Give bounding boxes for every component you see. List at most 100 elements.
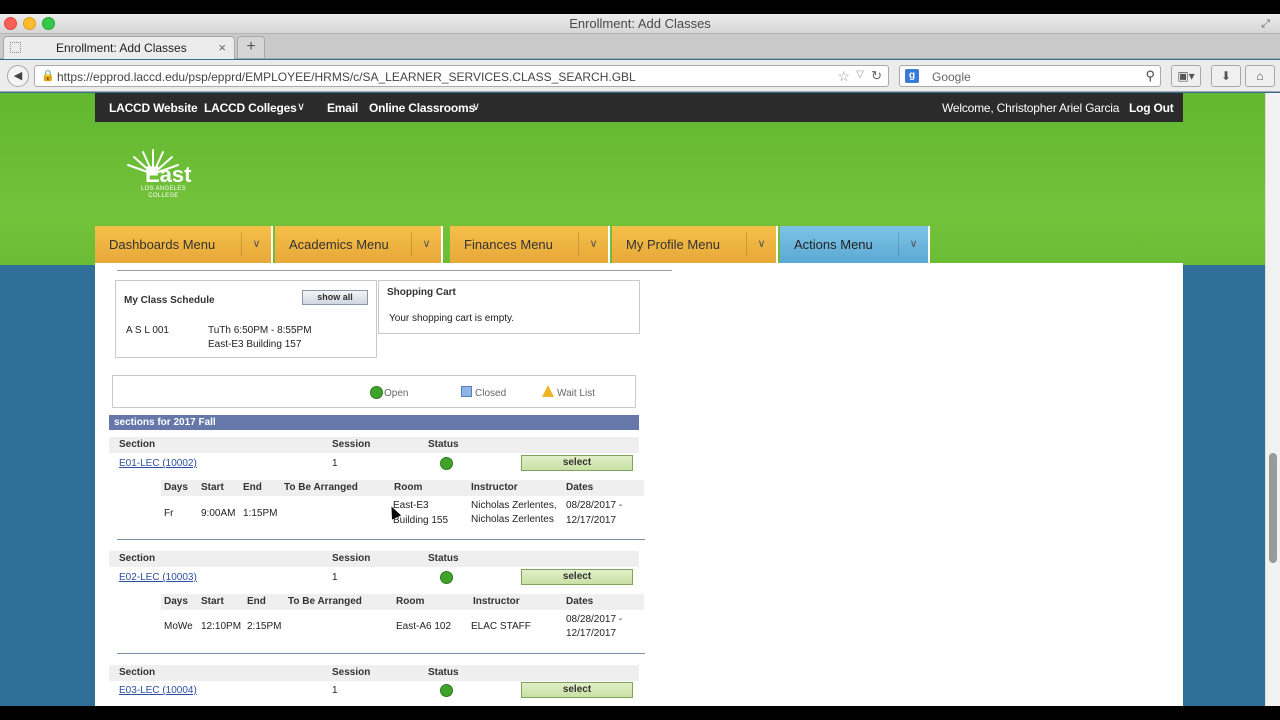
chevron-down-icon[interactable]: ∨ — [746, 232, 776, 256]
status-col-header: Status — [428, 553, 459, 564]
waitlist-status-icon — [542, 385, 554, 397]
section-session: 1 — [332, 685, 338, 696]
open-status-icon — [370, 386, 383, 399]
days-col-header: Days — [164, 482, 188, 493]
days-col-header: Days — [164, 596, 188, 607]
room-col-header: Room — [396, 596, 425, 607]
laccd-colleges-link[interactable]: LACCD Colleges — [204, 101, 297, 115]
status-col-header: Status — [428, 667, 459, 678]
meeting-instructor: ELAC STAFF — [471, 621, 531, 632]
start-col-header: Start — [201, 482, 224, 493]
chevron-down-icon[interactable]: ∨ — [411, 232, 441, 256]
actions-menu[interactable]: Actions Menu ∨ — [780, 226, 930, 263]
laccd-website-link[interactable]: LACCD Website — [109, 101, 198, 115]
schedule-title: My Class Schedule — [124, 295, 215, 306]
sections-header-bar: sections for 2017 Fall — [109, 415, 639, 430]
closed-status-icon — [461, 386, 472, 397]
fullscreen-icon[interactable]: ⤢ — [1261, 18, 1270, 31]
section-header-row: Section Session Status — [109, 551, 639, 567]
select-section-button[interactable]: select — [521, 682, 633, 698]
search-bar[interactable]: g Google ⚲ — [899, 65, 1161, 87]
web-page: LACCD Website LACCD Colleges ∨ Email Onl… — [0, 93, 1280, 706]
academics-menu[interactable]: Academics Menu ∨ — [275, 226, 443, 263]
section-link[interactable]: E01-LEC (10002) — [119, 458, 197, 469]
chevron-down-icon[interactable]: ∨ — [241, 232, 271, 256]
schedule-room: East-E3 Building 157 — [208, 339, 302, 350]
chevron-down-icon[interactable]: ∨ — [297, 100, 305, 113]
chevron-down-icon[interactable]: ∨ — [472, 100, 480, 113]
section-link[interactable]: E03-LEC (10004) — [119, 685, 197, 696]
new-tab-button[interactable]: + — [237, 36, 265, 58]
section-divider — [117, 539, 645, 540]
reload-icon[interactable]: ↻ — [871, 68, 882, 84]
email-link[interactable]: Email — [327, 101, 358, 115]
session-col-header: Session — [332, 553, 371, 564]
finances-menu[interactable]: Finances Menu ∨ — [450, 226, 610, 263]
meeting-room: East-A6 102 — [396, 621, 452, 632]
logo-subtitle-line2: COLLEGE — [148, 193, 179, 199]
meeting-room-line2: Building 155 — [393, 515, 449, 526]
schedule-course: A S L 001 — [126, 325, 169, 336]
search-icon[interactable]: ⚲ — [1145, 68, 1155, 84]
section-col-header: Section — [119, 553, 156, 564]
chevron-down-icon[interactable]: ∨ — [898, 232, 928, 256]
instructor-col-header: Instructor — [471, 482, 518, 493]
page-title-underline — [117, 270, 672, 271]
meeting-end: 1:15PM — [243, 508, 278, 519]
session-col-header: Session — [332, 667, 371, 678]
section-link[interactable]: E02-LEC (10003) — [119, 572, 197, 583]
select-section-button[interactable]: select — [521, 569, 633, 585]
tab-close-icon[interactable]: × — [218, 40, 226, 55]
start-col-header: Start — [201, 596, 224, 607]
cart-message: Your shopping cart is empty. — [389, 313, 515, 324]
open-status-icon — [440, 457, 453, 470]
welcome-text: Welcome, Christopher Ariel Garcia — [942, 101, 1120, 115]
bookmarks-button[interactable]: ▣▾ — [1171, 65, 1201, 87]
logo-subtitle-line1: LOS ANGELES — [141, 186, 186, 192]
section-session: 1 — [332, 572, 338, 583]
url-dropdown-icon[interactable]: ▽ — [856, 69, 864, 80]
logout-link[interactable]: Log Out — [1129, 101, 1174, 115]
actions-menu-label: Actions Menu — [794, 237, 873, 252]
back-button[interactable]: ◀ — [7, 65, 29, 87]
meeting-header-row: Days Start End To Be Arranged Room Instr… — [161, 480, 644, 496]
logo-subtitle: LOS ANGELES COLLEGE — [141, 186, 186, 200]
online-classrooms-link[interactable]: Online Classrooms — [369, 101, 475, 115]
open-status-icon — [440, 571, 453, 584]
section-col-header: Section — [119, 439, 156, 450]
downloads-button[interactable]: ⬇ — [1211, 65, 1241, 87]
section-divider — [117, 653, 645, 654]
status-col-header: Status — [428, 439, 459, 450]
scrollbar-thumb[interactable] — [1269, 453, 1277, 563]
dashboards-menu[interactable]: Dashboards Menu ∨ — [95, 226, 273, 263]
url-text[interactable]: https://epprod.laccd.edu/psp/epprd/EMPLO… — [57, 70, 636, 84]
top-navigation: LACCD Website LACCD Colleges ∨ Email Onl… — [95, 93, 1183, 122]
meeting-instructor-line2: Nicholas Zerlentes — [471, 514, 554, 525]
browser-tab[interactable]: Enrollment: Add Classes × — [3, 36, 235, 59]
bookmark-star-icon[interactable]: ☆ — [837, 68, 850, 85]
schedule-time: TuTh 6:50PM - 8:55PM — [208, 325, 312, 336]
page-scrollbar[interactable] — [1265, 93, 1280, 706]
title-bar: Enrollment: Add Classes ⤢ — [0, 14, 1280, 34]
browser-window: Enrollment: Add Classes ⤢ Enrollment: Ad… — [0, 14, 1280, 706]
chevron-down-icon[interactable]: ∨ — [578, 232, 608, 256]
section-header-row: Section Session Status — [109, 437, 639, 453]
meeting-header-row: Days Start End To Be Arranged Room Instr… — [161, 594, 644, 610]
meeting-start: 12:10PM — [201, 621, 242, 632]
shopping-cart-panel: Shopping Cart Your shopping cart is empt… — [378, 280, 640, 334]
meeting-start: 9:00AM — [201, 508, 236, 519]
enrollment-content: My Class Schedule show all A S L 001 TuT… — [95, 263, 1183, 706]
window-title: Enrollment: Add Classes — [569, 16, 711, 31]
google-icon[interactable]: g — [905, 69, 919, 83]
home-button[interactable]: ⌂ — [1245, 65, 1275, 87]
meeting-dates: 08/28/2017 - — [566, 500, 623, 511]
address-bar[interactable]: 🔒 https://epprod.laccd.edu/psp/epprd/EMP… — [34, 65, 889, 87]
meeting-days: Fr — [164, 508, 174, 519]
show-all-button[interactable]: show all — [302, 290, 368, 305]
sections-header: sections for 2017 Fall — [114, 417, 216, 428]
lock-icon: 🔒 — [41, 70, 55, 82]
select-section-button[interactable]: select — [521, 455, 633, 471]
my-profile-menu[interactable]: My Profile Menu ∨ — [612, 226, 778, 263]
east-la-college-logo[interactable]: East LOS ANGELES COLLEGE — [115, 146, 197, 204]
legend-closed: Closed — [475, 388, 507, 399]
